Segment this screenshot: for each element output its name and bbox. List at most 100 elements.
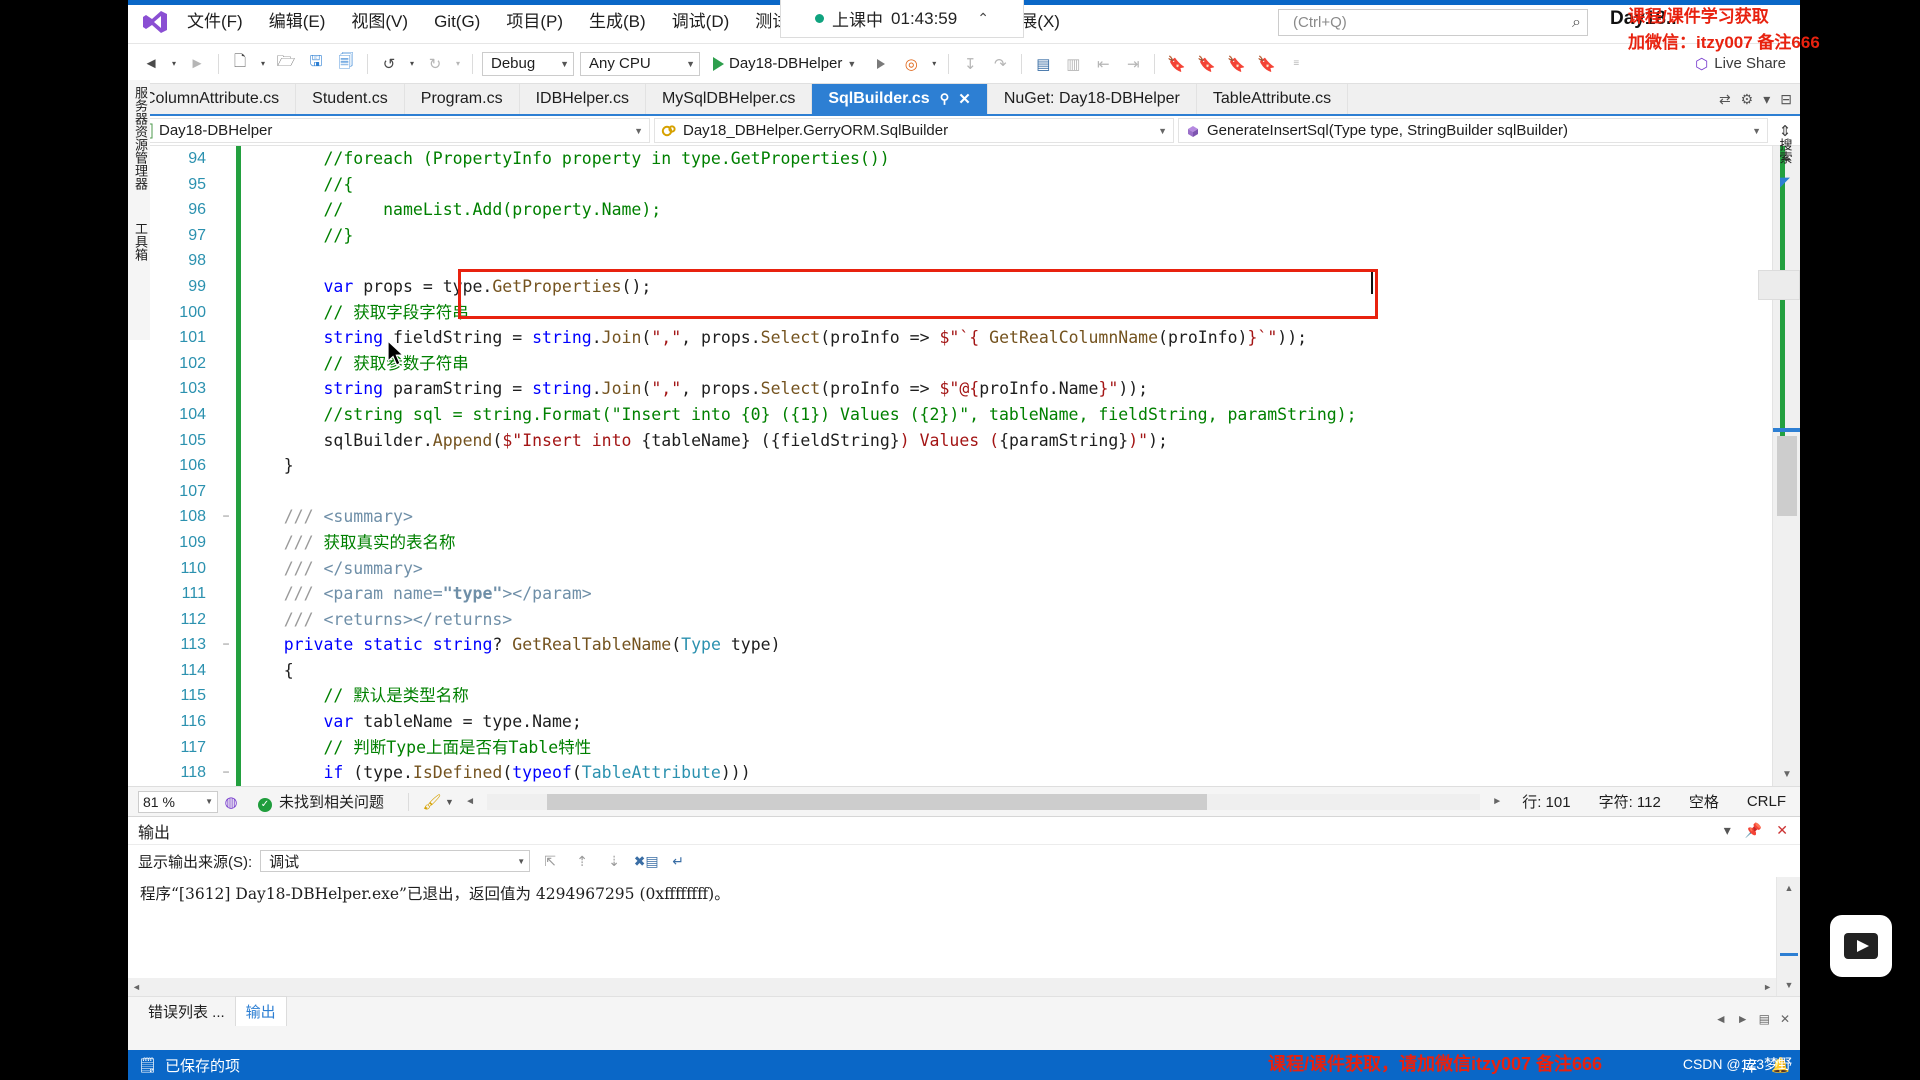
- code-cleanup-icon[interactable]: 🖌: [419, 793, 445, 811]
- hot-reload-dropdown-icon[interactable]: ▾: [928, 51, 940, 77]
- tab-idbhelper[interactable]: IDBHelper.cs: [520, 84, 646, 114]
- chevron-down-icon[interactable]: ▼: [1148, 126, 1167, 136]
- output-horizontal-scrollbar[interactable]: ◄ ►: [128, 978, 1776, 996]
- quick-launch-search[interactable]: (Ctrl+Q) ⌕: [1278, 9, 1588, 36]
- chevron-down-icon[interactable]: ▼: [847, 59, 856, 69]
- code-line[interactable]: 112 /// <returns></returns>: [128, 607, 1800, 633]
- clear-bookmarks-icon[interactable]: 🔖: [1253, 51, 1279, 77]
- live-share-button[interactable]: ⬡ Live Share: [1695, 55, 1786, 73]
- scroll-right-icon[interactable]: ►: [1737, 1012, 1749, 1026]
- tab-program[interactable]: Program.cs: [405, 84, 520, 114]
- close-icon[interactable]: ✕: [1776, 822, 1788, 839]
- zoom-level-combo[interactable]: 81 % ▼: [138, 791, 218, 813]
- editor-horizontal-scrollbar[interactable]: [487, 794, 1480, 810]
- dock-tab-server-explorer[interactable]: 服务器资源管理器: [128, 80, 153, 196]
- next-bookmark-icon[interactable]: 🔖: [1223, 51, 1249, 77]
- start-without-debugging-icon[interactable]: [868, 51, 894, 77]
- tab-sqlbuilder[interactable]: SqlBuilder.cs ⚲ ✕: [812, 84, 987, 114]
- close-icon[interactable]: ✕: [1780, 1012, 1790, 1026]
- indent-mode-status[interactable]: 空格: [1675, 791, 1733, 812]
- menu-item-edit[interactable]: 编辑(E): [256, 0, 339, 44]
- tab-list-icon[interactable]: ⇄: [1719, 91, 1731, 108]
- output-vertical-scrollbar[interactable]: ▲ ▼: [1776, 877, 1800, 996]
- save-all-icon[interactable]: 🗐: [333, 51, 359, 77]
- code-line[interactable]: 101 string fieldString = string.Join(","…: [128, 325, 1800, 351]
- scroll-left-icon[interactable]: ◄: [132, 982, 141, 992]
- tool-tab-error-list[interactable]: 错误列表 ...: [138, 997, 235, 1026]
- undo-icon[interactable]: ↺: [376, 51, 402, 77]
- save-icon[interactable]: 🖫: [303, 51, 329, 77]
- code-line[interactable]: 104 //string sql = string.Format("Insert…: [128, 402, 1800, 428]
- output-source-combo[interactable]: 调试 ▼: [260, 850, 530, 872]
- code-line[interactable]: 107: [128, 479, 1800, 505]
- toggle-word-wrap-icon[interactable]: ↵: [666, 850, 690, 872]
- hscroll-right-icon[interactable]: ►: [1486, 796, 1508, 807]
- scroll-up-icon[interactable]: ▲: [1777, 879, 1801, 897]
- tool-window-list-icon[interactable]: ▤: [1759, 1012, 1770, 1026]
- tab-scroll-down-icon[interactable]: ▾: [1763, 91, 1770, 108]
- uncomment-selection-icon[interactable]: ▥: [1060, 51, 1086, 77]
- chevron-down-icon[interactable]: ▼: [624, 126, 643, 136]
- go-to-previous-message-icon[interactable]: ⇡: [570, 850, 594, 872]
- code-lines[interactable]: 94 //foreach (PropertyInfo property in t…: [128, 146, 1800, 786]
- menu-item-git[interactable]: Git(G): [421, 0, 493, 44]
- solution-explorer-stub[interactable]: [1758, 270, 1800, 300]
- code-line[interactable]: 105 sqlBuilder.Append($"Insert into {tab…: [128, 428, 1800, 454]
- tab-student[interactable]: Student.cs: [296, 84, 405, 114]
- open-file-icon[interactable]: 🗁: [273, 51, 299, 77]
- scroll-down-icon[interactable]: ▼: [1777, 976, 1801, 994]
- menu-item-project[interactable]: 项目(P): [493, 0, 576, 44]
- navigate-back-dropdown-icon[interactable]: ▾: [168, 51, 180, 77]
- toolbar-overflow-icon[interactable]: ≡: [1283, 51, 1309, 77]
- navigate-forward-icon[interactable]: ►: [184, 51, 210, 77]
- code-line[interactable]: 97 //}: [128, 223, 1800, 249]
- menu-item-file[interactable]: 文件(F): [174, 0, 256, 44]
- chevron-down-icon[interactable]: ▼: [205, 797, 213, 806]
- navigate-back-icon[interactable]: ◄: [138, 51, 164, 77]
- tab-mysqldbhelper[interactable]: MySqlDBHelper.cs: [646, 84, 812, 114]
- code-line[interactable]: 118− if (type.IsDefined(typeof(TableAttr…: [128, 760, 1800, 786]
- solution-platform-combo[interactable]: Any CPU ▼: [580, 52, 700, 76]
- hscroll-thumb[interactable]: [547, 794, 1207, 810]
- tab-tableattribute[interactable]: TableAttribute.cs: [1197, 84, 1348, 114]
- chevron-down-icon[interactable]: ▼: [678, 59, 695, 69]
- code-line[interactable]: 106 }: [128, 453, 1800, 479]
- code-line[interactable]: 117 // 判断Type上面是否有Table特性: [128, 735, 1800, 761]
- go-to-next-message-icon[interactable]: ⇣: [602, 850, 626, 872]
- undo-dropdown-icon[interactable]: ▾: [406, 51, 418, 77]
- outdent-icon[interactable]: ⇤: [1090, 51, 1116, 77]
- solution-configuration-combo[interactable]: Debug ▼: [482, 52, 574, 76]
- code-line[interactable]: 100 // 获取字段字符串: [128, 300, 1800, 326]
- code-line[interactable]: 96 // nameList.Add(property.Name);: [128, 197, 1800, 223]
- code-line[interactable]: 102 // 获取参数子符串: [128, 351, 1800, 377]
- code-line[interactable]: 116 var tableName = type.Name;: [128, 709, 1800, 735]
- solution-explorer-arrow-icon[interactable]: ◤: [1780, 174, 1790, 190]
- find-message-icon[interactable]: ⇱: [538, 850, 562, 872]
- fold-toggle-icon[interactable]: −: [218, 632, 234, 658]
- scroll-thumb[interactable]: [1777, 436, 1797, 516]
- pin-icon[interactable]: ⚲: [940, 91, 950, 107]
- code-line[interactable]: 99 var props = type.GetProperties();: [128, 274, 1800, 300]
- menu-item-build[interactable]: 生成(B): [576, 0, 659, 44]
- redo-icon[interactable]: ↻: [422, 51, 448, 77]
- pin-icon[interactable]: 📌: [1745, 822, 1762, 839]
- type-selector-combo[interactable]: Day18_DBHelper.GerryORM.SqlBuilder ▼: [654, 118, 1174, 143]
- tab-nuget[interactable]: NuGet: Day18-DBHelper: [988, 84, 1197, 114]
- step-into-icon[interactable]: ↧: [957, 51, 983, 77]
- scroll-down-icon[interactable]: ▼: [1773, 764, 1800, 784]
- video-play-button[interactable]: [1830, 915, 1892, 977]
- chevron-down-icon[interactable]: ▼: [445, 797, 459, 807]
- comment-selection-icon[interactable]: ▤: [1030, 51, 1056, 77]
- intellicode-icon[interactable]: ◍: [218, 793, 244, 811]
- member-selector-combo[interactable]: GenerateInsertSql(Type type, StringBuild…: [1178, 118, 1768, 143]
- tool-tab-output[interactable]: 输出: [235, 996, 287, 1026]
- code-line[interactable]: 115 // 默认是类型名称: [128, 683, 1800, 709]
- chevron-down-icon[interactable]: ▼: [1742, 126, 1761, 136]
- fold-toggle-icon[interactable]: −: [218, 504, 234, 530]
- menu-item-view[interactable]: 视图(V): [338, 0, 421, 44]
- new-project-icon[interactable]: 🗋: [227, 51, 253, 77]
- chevron-down-icon[interactable]: ▾: [1724, 822, 1731, 839]
- code-line[interactable]: 113− private static string? GetRealTable…: [128, 632, 1800, 658]
- close-icon[interactable]: ✕: [958, 90, 971, 108]
- start-debug-button[interactable]: Day18-DBHelper ▼: [707, 51, 862, 77]
